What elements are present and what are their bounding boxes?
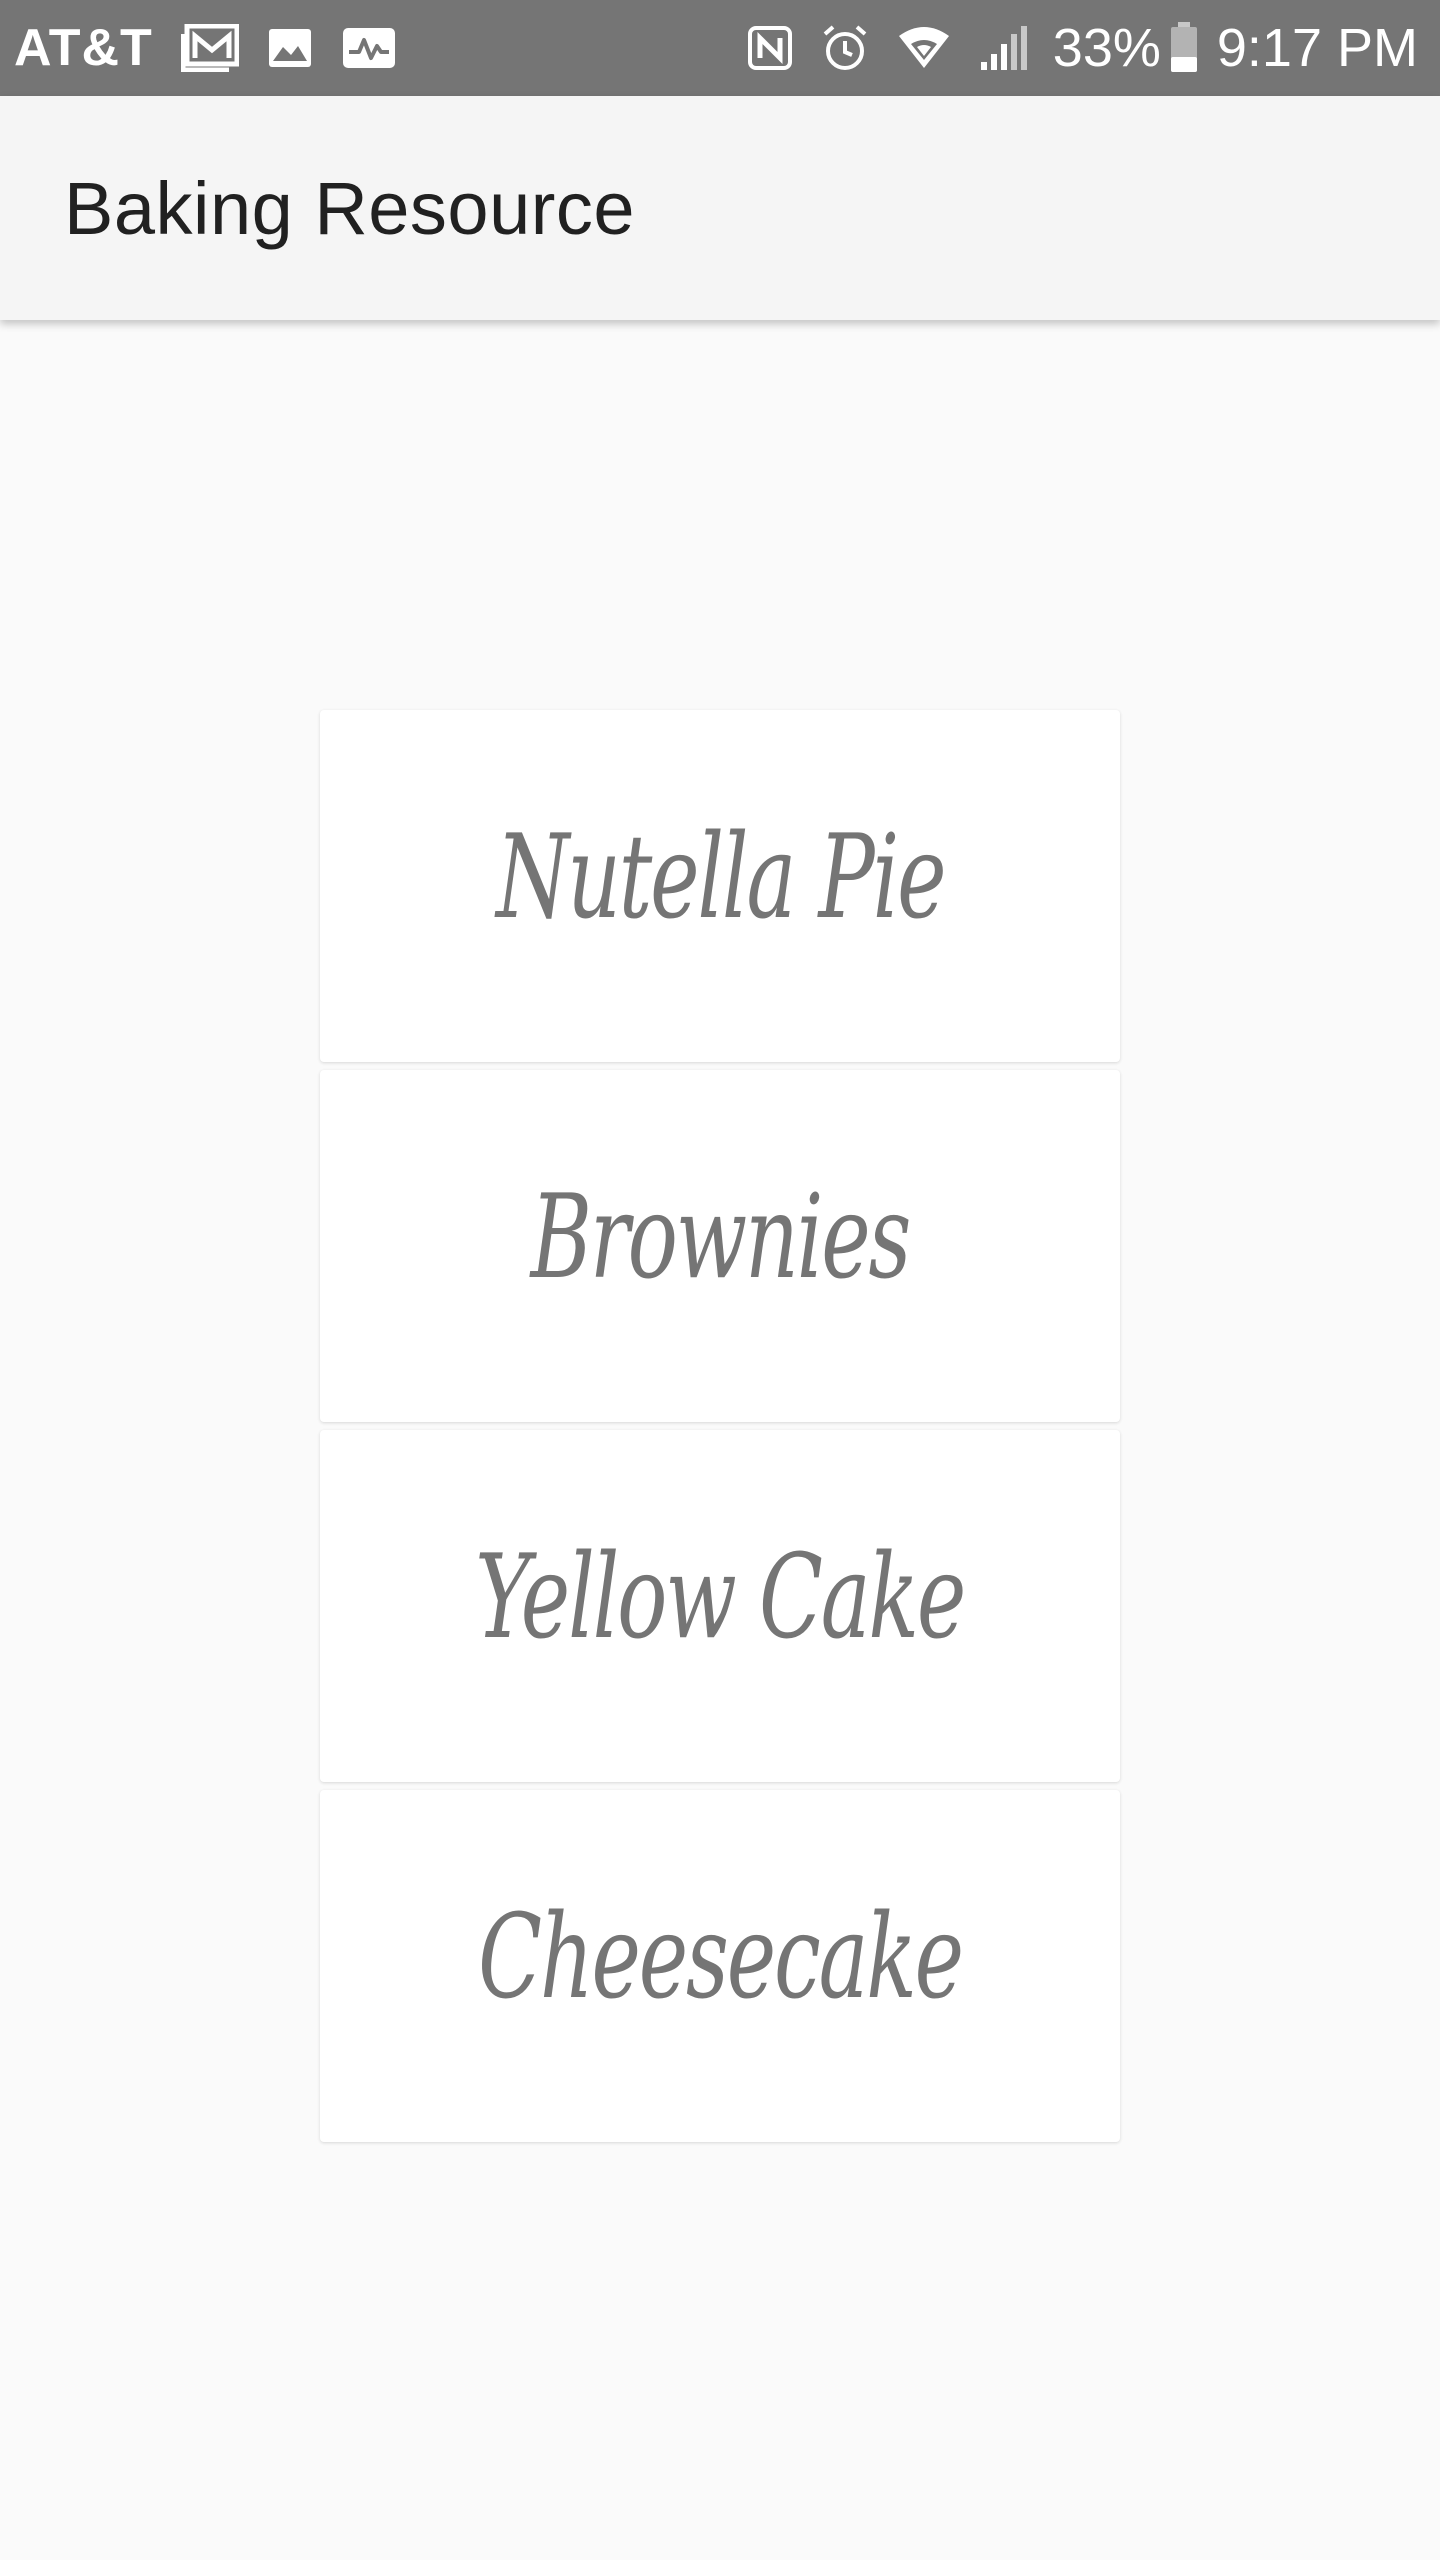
gmail-icon bbox=[180, 0, 239, 96]
wifi-icon bbox=[897, 0, 951, 96]
battery-percent: 33% bbox=[1052, 18, 1161, 78]
alarm-icon bbox=[821, 0, 869, 96]
carrier-label: AT&T bbox=[14, 19, 153, 77]
activity-icon bbox=[341, 0, 397, 96]
recipe-name: Yellow Cake bbox=[475, 1529, 966, 1665]
app-bar: Baking Resource bbox=[0, 96, 1440, 320]
recipe-card-yellow-cake[interactable]: Yellow Cake bbox=[320, 1430, 1120, 1782]
recipe-card-brownies[interactable]: Brownies bbox=[320, 1070, 1120, 1422]
gallery-icon bbox=[267, 0, 313, 96]
status-bar-right: 33% 9:17 PM bbox=[733, 0, 1418, 96]
status-bar: AT&T 33% 9:17 PM bbox=[0, 0, 1440, 96]
status-bar-left: AT&T bbox=[14, 0, 411, 96]
recipe-card-nutella-pie[interactable]: Nutella Pie bbox=[320, 710, 1120, 1062]
recipe-card-cheesecake[interactable]: Cheesecake bbox=[320, 1790, 1120, 2142]
clock: 9:17 PM bbox=[1216, 18, 1418, 78]
recipe-list: Nutella Pie Brownies Yellow Cake Cheesec… bbox=[320, 710, 1120, 2150]
recipe-name: Brownies bbox=[530, 1169, 912, 1305]
recipe-name: Cheesecake bbox=[478, 1889, 964, 2025]
nfc-icon bbox=[747, 0, 793, 96]
battery-icon bbox=[1169, 0, 1199, 96]
recipe-name: Nutella Pie bbox=[495, 809, 946, 945]
signal-icon bbox=[979, 0, 1029, 96]
page-title: Baking Resource bbox=[64, 166, 636, 250]
